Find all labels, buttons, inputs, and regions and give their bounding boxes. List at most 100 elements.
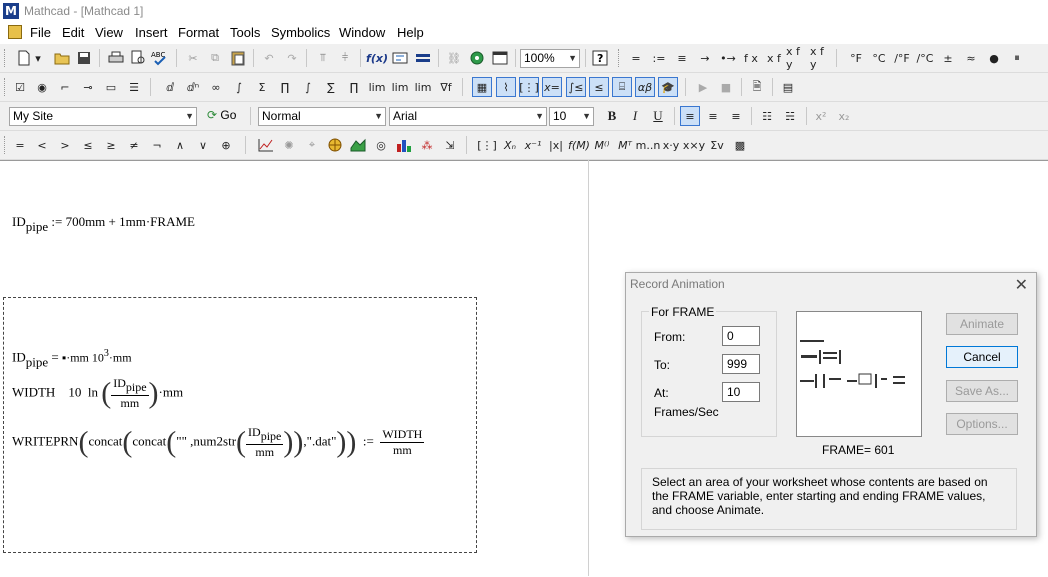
checkbox-control-icon[interactable]: ☑: [10, 77, 30, 97]
zoom-select[interactable]: 100% ▼: [520, 49, 580, 68]
superscript-icon[interactable]: x²: [811, 106, 831, 126]
print-preview-icon[interactable]: [128, 48, 148, 68]
nth-derivative-icon[interactable]: ⅆⁿ: [183, 77, 203, 97]
trace-window-icon[interactable]: ▤: [778, 77, 798, 97]
surface-plot-icon[interactable]: [348, 135, 368, 155]
evaluation-toolbar-icon[interactable]: x=: [542, 77, 562, 97]
pause-button[interactable]: ⏸: [1007, 48, 1027, 68]
greek-toolbar-icon[interactable]: αβ: [635, 77, 655, 97]
push-button-control-icon[interactable]: ⌐: [55, 77, 75, 97]
numbered-list-icon[interactable]: ☵: [780, 106, 800, 126]
text-box-control-icon[interactable]: ▭: [101, 77, 121, 97]
spell-check-icon[interactable]: ABC: [150, 48, 170, 68]
fahrenheit-button[interactable]: °F: [846, 48, 866, 68]
play-icon[interactable]: ▶: [693, 77, 713, 97]
cut-icon[interactable]: ✂: [183, 48, 203, 68]
inverse-icon[interactable]: x⁻¹: [523, 135, 543, 155]
infix-operator-button[interactable]: x f y: [786, 45, 806, 71]
menu-format[interactable]: Format: [178, 25, 219, 40]
or-button[interactable]: ∨: [193, 135, 213, 155]
matrix-icon[interactable]: [⋮]: [477, 135, 497, 155]
less-than-button[interactable]: <: [32, 135, 52, 155]
range-product-icon[interactable]: ∏: [275, 77, 295, 97]
graph-toolbar-icon[interactable]: ⌇: [496, 77, 516, 97]
print-icon[interactable]: [106, 48, 126, 68]
dot-product-icon[interactable]: x·y: [661, 135, 681, 155]
document-icon[interactable]: [8, 25, 22, 39]
celsius-button[interactable]: °C: [869, 48, 889, 68]
bar-plot-icon[interactable]: [394, 135, 414, 155]
postfix-operator-button[interactable]: x f: [764, 48, 784, 68]
copy-icon[interactable]: ⧉: [205, 48, 225, 68]
plus-minus-button[interactable]: ±: [938, 48, 958, 68]
align-center-icon[interactable]: ≡: [703, 106, 723, 126]
width-expression[interactable]: WIDTH 10 ln (IDpipe mm)·mm: [12, 376, 183, 411]
definite-integral-icon[interactable]: ∫: [229, 77, 249, 97]
menu-edit[interactable]: Edit: [62, 25, 84, 40]
open-folder-icon[interactable]: [52, 48, 72, 68]
picture-icon[interactable]: ▩: [730, 135, 750, 155]
menu-file[interactable]: File: [30, 25, 51, 40]
close-icon[interactable]: ✕: [1015, 275, 1028, 294]
frame-rate-field[interactable]: 10: [722, 382, 760, 402]
bold-button[interactable]: B: [602, 106, 622, 126]
indefinite-integral-icon[interactable]: ∫: [298, 77, 318, 97]
left-limit-icon[interactable]: lim: [413, 77, 433, 97]
definition-button[interactable]: :=: [649, 48, 669, 68]
global-definition-button[interactable]: ≡: [672, 48, 692, 68]
font-select[interactable]: Arial ▼: [389, 107, 547, 126]
symbolic-toolbar-icon[interactable]: 🎓: [658, 77, 678, 97]
slider-control-icon[interactable]: ⊸: [78, 77, 98, 97]
vectorize-icon[interactable]: f(M): [568, 135, 590, 155]
from-field[interactable]: 0: [722, 326, 760, 346]
paste-icon[interactable]: [228, 48, 248, 68]
boolean-toolbar-icon[interactable]: ≤: [589, 77, 609, 97]
limit-icon[interactable]: lim: [367, 77, 387, 97]
align-left-icon[interactable]: ≡: [680, 106, 700, 126]
menu-window[interactable]: Window: [339, 25, 385, 40]
xor-button[interactable]: ⊕: [216, 135, 236, 155]
approx-equal-button[interactable]: ≈: [961, 48, 981, 68]
treefix-operator-button[interactable]: x f y: [810, 45, 830, 71]
polar-plot-icon[interactable]: ✺: [279, 135, 299, 155]
subscript-icon[interactable]: x₂: [834, 106, 854, 126]
save-icon[interactable]: [74, 48, 94, 68]
new-document-icon[interactable]: [14, 48, 34, 68]
menu-symbolics[interactable]: Symbolics: [271, 25, 330, 40]
toolbar-grip[interactable]: [4, 78, 8, 96]
menu-insert[interactable]: Insert: [135, 25, 168, 40]
transpose-icon[interactable]: Mᵀ: [615, 135, 635, 155]
cancel-button[interactable]: Cancel: [946, 346, 1018, 368]
help-icon[interactable]: ?: [590, 48, 610, 68]
matrix-toolbar-icon[interactable]: [⋮]: [519, 77, 539, 97]
list-box-control-icon[interactable]: ☰: [124, 77, 144, 97]
evaluate-equal-button[interactable]: =: [626, 48, 646, 68]
save-as-button[interactable]: Save As...: [946, 380, 1018, 402]
delta-fahrenheit-button[interactable]: /°F: [892, 48, 912, 68]
insert-unit-icon[interactable]: [390, 48, 410, 68]
product-icon[interactable]: ∏: [344, 77, 364, 97]
not-equal-button[interactable]: ≠: [124, 135, 144, 155]
new-dropdown-chevron-icon[interactable]: ▾: [32, 48, 44, 68]
3d-plot-icon[interactable]: [325, 135, 345, 155]
italic-button[interactable]: I: [625, 106, 645, 126]
range-sum-icon[interactable]: Σ: [252, 77, 272, 97]
vector-field-plot-icon[interactable]: ⇲: [440, 135, 460, 155]
animate-button[interactable]: Animate: [946, 313, 1018, 335]
style-select[interactable]: Normal ▼: [258, 107, 386, 126]
infinity-icon[interactable]: ∞: [206, 77, 226, 97]
align-down-icon[interactable]: ⫩: [335, 48, 355, 68]
align-right-icon[interactable]: ≡: [726, 106, 746, 126]
writeprn-expression[interactable]: WRITEPRN(concat(concat("" ,num2str(IDpip…: [12, 425, 425, 460]
scatter-plot-icon[interactable]: ⁂: [417, 135, 437, 155]
redo-icon[interactable]: ↷: [282, 48, 302, 68]
toolbar-grip[interactable]: [4, 49, 8, 67]
radio-control-icon[interactable]: ◉: [32, 77, 52, 97]
calculate-icon[interactable]: [413, 48, 433, 68]
stop-icon[interactable]: ■: [716, 77, 736, 97]
menu-help[interactable]: Help: [397, 25, 424, 40]
id-pipe-evaluation[interactable]: IDpipe = ▪·mm 103·mm: [12, 348, 132, 370]
keyword-evaluate-button[interactable]: •→: [718, 48, 738, 68]
id-pipe-definition[interactable]: IDpipe := 700mm + 1mm·FRAME: [12, 214, 195, 235]
cross-product-icon[interactable]: x×y: [683, 135, 705, 155]
